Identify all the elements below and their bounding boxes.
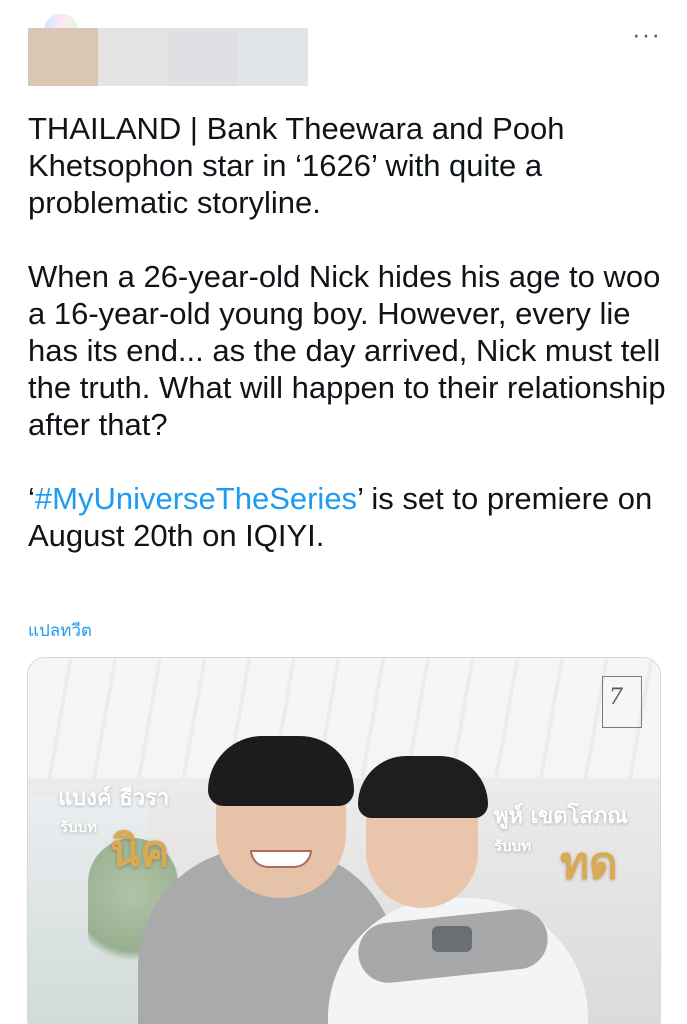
tweet-text: THAILAND | Bank Theewara and Pooh Khetso… xyxy=(28,110,668,554)
series-logo-icon: 7 xyxy=(602,676,642,728)
logo-mark: 7 xyxy=(609,685,623,710)
actor-left-name: แบงค์ ธีวรา xyxy=(58,786,170,811)
tweet-paragraph-2: When a 26-year-old Nick hides his age to… xyxy=(28,259,666,442)
blur-block xyxy=(28,28,98,86)
tweet-header: ··· xyxy=(0,0,687,100)
tweet-media-image[interactable]: 7 แบงค์ ธีวรา รับบท นิค พูห์ เขตโสภณ รับ… xyxy=(27,657,661,1024)
actor-right-role-label: รับบท xyxy=(494,837,531,855)
actor-right-hair xyxy=(358,756,488,818)
blur-block xyxy=(168,28,238,86)
actor-left-smile xyxy=(250,850,312,868)
hashtag-link[interactable]: #MyUniverseTheSeries xyxy=(35,481,357,516)
actor-left-hair xyxy=(208,736,354,806)
actor-right-character: ทด xyxy=(560,838,618,889)
translate-tweet-link[interactable]: แปลทวีต xyxy=(28,617,92,644)
tweet-paragraph-3: ‘#MyUniverseTheSeries’ is set to premier… xyxy=(28,480,668,554)
wristwatch xyxy=(432,926,472,952)
actor-left-character: นิค xyxy=(110,826,170,877)
quote-open: ‘ xyxy=(28,481,35,516)
blur-block xyxy=(238,28,308,86)
blur-block xyxy=(98,28,168,86)
more-options-icon[interactable]: ··· xyxy=(632,21,661,47)
actor-left-role-label: รับบท xyxy=(60,818,97,836)
tweet-paragraph-1: THAILAND | Bank Theewara and Pooh Khetso… xyxy=(28,111,565,220)
blurred-author-info xyxy=(28,28,308,86)
